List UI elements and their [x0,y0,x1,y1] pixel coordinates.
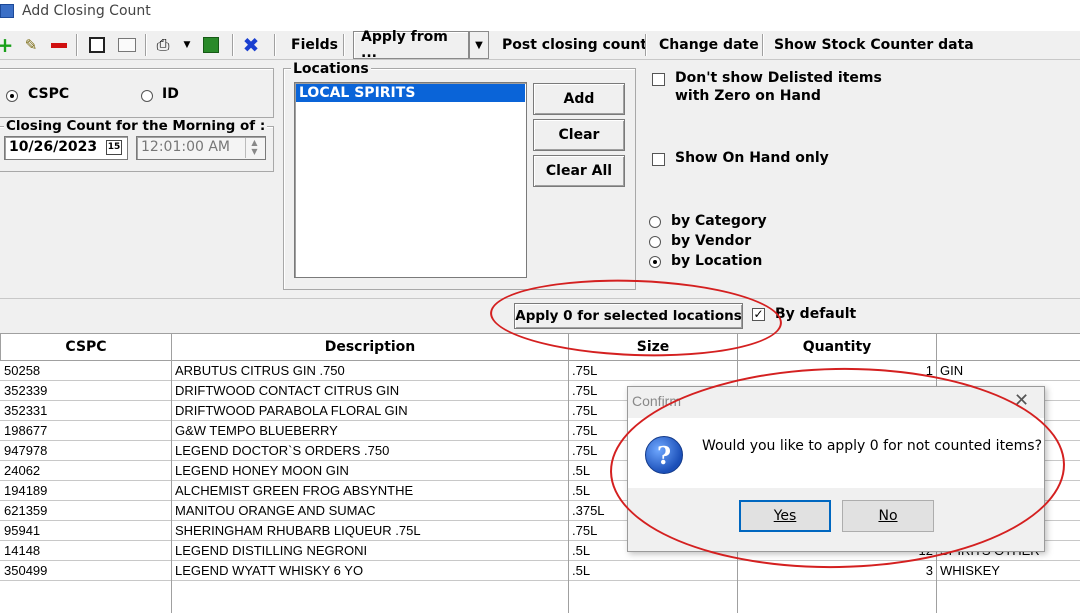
cspc-radio[interactable] [6,90,18,102]
dont-show-delisted-checkbox[interactable] [652,73,665,86]
grid-divider [171,333,172,613]
cell-description[interactable]: LEGEND HONEY MOON GIN [171,461,568,481]
cell-description[interactable]: ARBUTUS CITRUS GIN .750 [171,361,568,381]
cell-size[interactable]: .5L [568,561,737,581]
toolbar-separator [274,34,276,56]
title-bar [0,0,1080,24]
cell-cspc[interactable]: 95941 [0,521,171,541]
apply-from-dropdown-icon[interactable]: ▼ [469,31,489,59]
cell-cspc[interactable]: 352331 [0,401,171,421]
cell-description[interactable]: DRIFTWOOD PARABOLA FLORAL GIN [171,401,568,421]
cell-cspc[interactable]: 194189 [0,481,171,501]
excel-icon[interactable] [200,35,222,55]
closing-count-label: Closing Count for the Morning of : [4,118,268,134]
by-location-radio[interactable] [649,256,661,268]
cell-size[interactable]: .75L [568,361,737,381]
toolbar-separator [762,34,764,56]
printer-icon[interactable]: ⎙ [152,35,174,55]
cell-description[interactable]: SHERINGHAM RHUBARB LIQUEUR .75L [171,521,568,541]
clear-all-locations-button[interactable]: Clear All [533,155,625,187]
toolbar-separator [145,34,147,56]
clear-location-button[interactable]: Clear [533,119,625,151]
cell-category[interactable]: WHISKEY [936,561,1080,581]
by-vendor-label: by Vendor [671,233,752,249]
printer-dropdown-icon[interactable]: ▼ [176,35,198,55]
cell-description[interactable]: LEGEND WYATT WHISKY 6 YO [171,561,568,581]
dont-show-delisted-label-2: with Zero on Hand [675,88,821,104]
fields-button[interactable]: Fields [289,33,340,57]
grid-divider [568,333,569,613]
cell-cspc[interactable]: 50258 [0,361,171,381]
window-icon[interactable] [116,35,138,55]
locations-label: Locations [291,61,371,77]
by-category-radio[interactable] [649,216,661,228]
cell-category[interactable]: GIN [936,361,1080,381]
add-location-button[interactable]: Add [533,83,625,115]
cell-description[interactable]: ALCHEMIST GREEN FROG ABSYNTHE [171,481,568,501]
locations-list[interactable] [294,82,527,278]
show-on-hand-label: Show On Hand only [675,150,829,166]
show-on-hand-checkbox[interactable] [652,153,665,166]
post-closing-count-button[interactable]: Post closing count [500,33,649,57]
dont-show-delisted-label-1: Don't show Delisted items [675,70,882,86]
cell-cspc[interactable]: 14148 [0,541,171,561]
closing-date-value: 10/26/2023 [9,139,98,155]
change-date-button[interactable]: Change date [657,33,761,57]
id-radio[interactable] [141,90,153,102]
preview-icon[interactable] [86,35,108,55]
close-icon[interactable]: ✖ [240,33,262,57]
column-header-description[interactable]: Description [171,333,569,361]
closing-time-value: 12:01:00 AM [141,139,230,155]
id-radio-label: ID [162,86,179,102]
cell-cspc[interactable]: 947978 [0,441,171,461]
toolbar-separator [645,34,647,56]
column-header-cspc[interactable]: CSPC [0,333,172,361]
cspc-radio-label: CSPC [28,86,70,102]
edit-icon[interactable]: ✎ [20,35,42,55]
table-row[interactable]: 350499 LEGEND WYATT WHISKY 6 YO .5L 3 WHISKE… [0,561,1080,581]
cell-description[interactable]: MANITOU ORANGE AND SUMAC [171,501,568,521]
by-category-label: by Category [671,213,767,229]
by-default-label: By default [775,306,857,322]
locations-list-item[interactable]: LOCAL SPIRITS [296,84,525,102]
show-stock-counter-button[interactable]: Show Stock Counter data [772,33,976,57]
apply-from-button[interactable]: Apply from ... [353,29,469,61]
cell-description[interactable]: DRIFTWOOD CONTACT CITRUS GIN [171,381,568,401]
by-vendor-radio[interactable] [649,236,661,248]
by-location-label: by Location [671,253,763,269]
app-icon [0,4,14,18]
window-title: Add Closing Count [22,3,151,19]
calendar-icon[interactable]: 15 [106,140,122,155]
toolbar-separator [343,34,345,56]
cell-cspc[interactable]: 350499 [0,561,171,581]
add-icon[interactable]: + [0,33,16,57]
cell-cspc[interactable]: 352339 [0,381,171,401]
toolbar-separator [232,34,234,56]
toolbar-separator [76,34,78,56]
cell-cspc[interactable]: 621359 [0,501,171,521]
column-header-category[interactable] [936,333,1080,361]
cell-description[interactable]: LEGEND DOCTOR`S ORDERS .750 [171,441,568,461]
cell-cspc[interactable]: 198677 [0,421,171,441]
remove-icon[interactable] [48,35,70,55]
cell-description[interactable]: G&W TEMPO BLUEBERRY [171,421,568,441]
cell-cspc[interactable]: 24062 [0,461,171,481]
time-spinner[interactable]: ▲ ▼ [245,138,263,158]
cell-description[interactable]: LEGEND DISTILLING NEGRONI [171,541,568,561]
